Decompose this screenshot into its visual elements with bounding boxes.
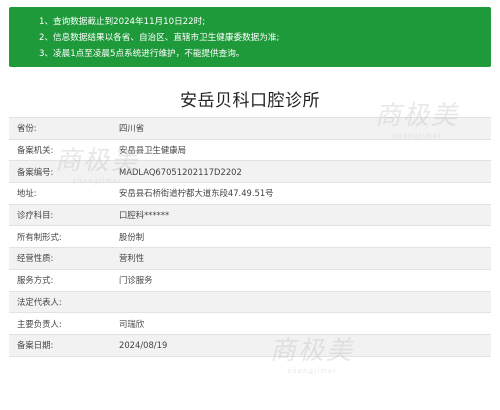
info-table: 省份: 四川省 备案机关: 安岳县卫生健康局 备案编号: MADLAQ67051… [9, 117, 491, 357]
page-title: 安岳贝科口腔诊所 [180, 91, 320, 111]
table-row: 法定代表人: [9, 291, 491, 314]
table-row: 备案日期: 2024/08/19 [9, 334, 491, 357]
table-row: 所有制形式: 股份制 [9, 226, 491, 249]
table-row: 地址: 安岳县石桥街道柠都大道东段47.49.51号 [9, 183, 491, 205]
notice-number: 2、 [39, 33, 54, 43]
page: 1、查询数据截止到2024年11月10日22时; 2、信息数据结果以各省、自治区… [0, 0, 500, 410]
row-value: 门诊服务 [119, 275, 153, 286]
notice-number: 3、 [39, 49, 54, 59]
row-value: 股份制 [119, 231, 145, 242]
notice-text: 凌晨1点至凌晨5点系统进行维护，不能提供查询。 [53, 49, 245, 59]
row-value: 2024/08/19 [119, 340, 168, 351]
table-row: 经营性质: 营利性 [9, 248, 491, 270]
notice-line: 3、凌晨1点至凌晨5点系统进行维护，不能提供查询。 [39, 46, 491, 62]
table-row: 备案编号: MADLAQ67051202117D2202 [9, 161, 491, 184]
notice-line: 2、信息数据结果以各省、自治区、直辖市卫生健康委数据为准; [39, 30, 491, 46]
row-value: 司瑞欣 [119, 318, 145, 329]
table-row: 服务方式: 门诊服务 [9, 269, 491, 292]
table-row: 省份: 四川省 [9, 118, 491, 140]
notice-number: 1、 [39, 17, 54, 27]
notice-text: 查询数据截止到2024年11月10日22时; [53, 17, 206, 27]
row-label: 经营性质: [17, 253, 54, 264]
row-value: MADLAQ67051202117D2202 [119, 166, 242, 177]
row-value: 口腔科****** [119, 210, 170, 221]
table-row: 诊疗科目: 口腔科****** [9, 204, 491, 227]
row-label: 地址: [17, 188, 37, 199]
watermark-subtext: shangjimei [287, 367, 337, 375]
notice-text: 信息数据结果以各省、自治区、直辖市卫生健康委数据为准; [53, 33, 280, 43]
row-label: 备案日期: [17, 340, 54, 351]
row-value: 安岳县石桥街道柠都大道东段47.49.51号 [119, 188, 274, 199]
row-value: 营利性 [119, 253, 145, 264]
row-label: 诊疗科目: [17, 210, 54, 221]
row-label: 服务方式: [17, 275, 54, 286]
row-value: 安岳县卫生健康局 [119, 145, 186, 156]
row-label: 备案编号: [17, 166, 54, 177]
row-label: 备案机关: [17, 145, 54, 156]
row-value: 四川省 [119, 123, 145, 134]
table-row: 备案机关: 安岳县卫生健康局 [9, 139, 491, 162]
notice-line: 1、查询数据截止到2024年11月10日22时; [39, 14, 491, 30]
row-label: 所有制形式: [17, 231, 62, 242]
row-label: 主要负责人: [17, 318, 62, 329]
row-label: 省份: [17, 123, 37, 134]
notice-banner: 1、查询数据截止到2024年11月10日22时; 2、信息数据结果以各省、自治区… [9, 7, 491, 67]
row-label: 法定代表人: [17, 296, 62, 307]
table-row: 主要负责人: 司瑞欣 [9, 313, 491, 335]
